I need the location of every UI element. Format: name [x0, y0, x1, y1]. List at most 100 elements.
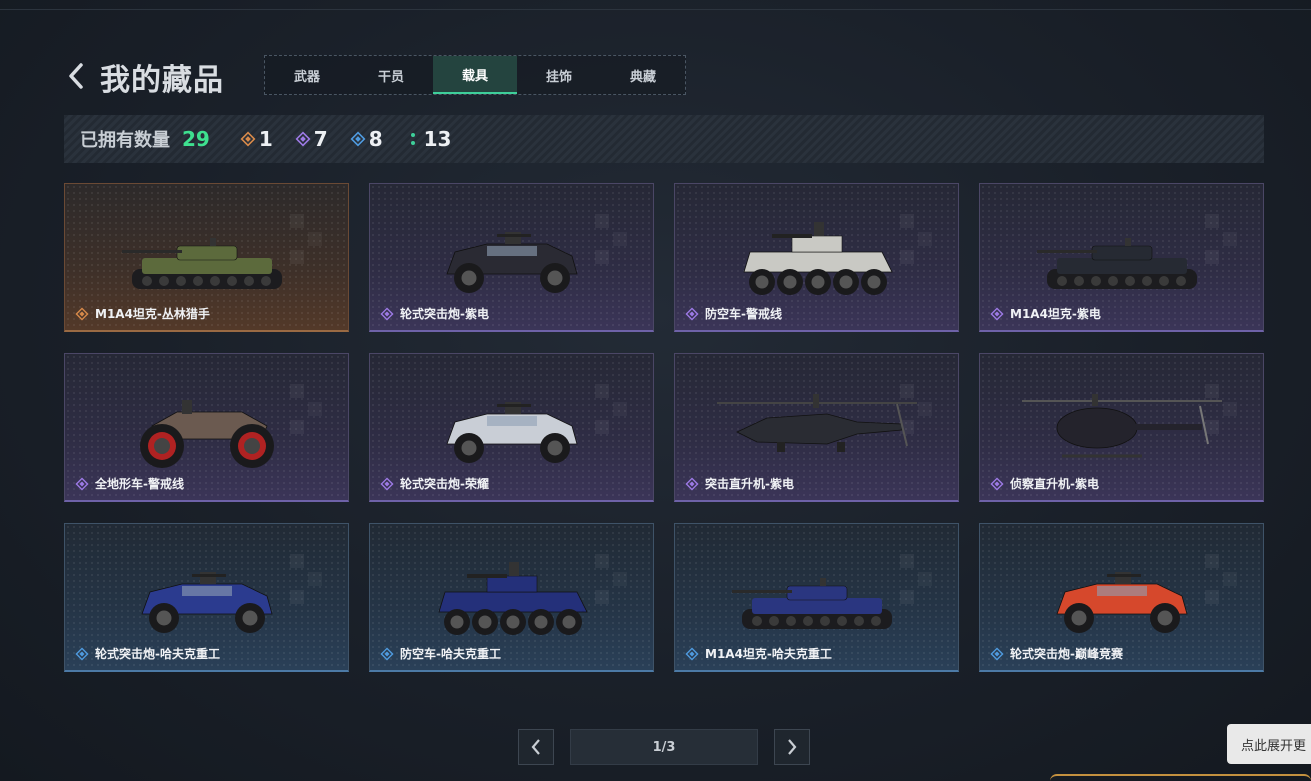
attack-helicopter-icon [716, 394, 917, 452]
bottom-panel-edge [1050, 774, 1311, 781]
vehicle-name: 全地形车-警戒线 [95, 477, 184, 491]
card-deco [595, 214, 645, 274]
card-label: M1A4坦克-丛林猎手 [75, 305, 210, 322]
tank-icon [1036, 238, 1197, 289]
vehicle-card[interactable]: 轮式突击炮-荣耀 [369, 353, 654, 502]
armored-car-icon [445, 232, 578, 293]
count-blue: 8 [350, 127, 383, 151]
count-value: 13 [423, 127, 452, 151]
count-green: 13 [405, 127, 452, 151]
card-label: 全地形车-警戒线 [75, 475, 184, 492]
rarity-diamond-icon [75, 306, 89, 321]
apc-icon [437, 562, 588, 635]
expand-button[interactable]: 点此展开更 [1227, 724, 1311, 764]
rarity-diamond-icon [990, 646, 1004, 661]
tab-2[interactable]: 载具 [433, 56, 517, 94]
rarity-diamond-icon [75, 476, 89, 491]
vehicle-card[interactable]: M1A4坦克-哈夫克重工 [674, 523, 959, 672]
vehicle-card[interactable]: 防空车-警戒线 [674, 183, 959, 332]
count-orange: 1 [240, 127, 273, 151]
vehicle-card[interactable]: M1A4坦克-紫电 [979, 183, 1264, 332]
vehicle-grid: M1A4坦克-丛林猎手 轮式突击炮-紫电 防空车-警戒线 M1A4坦克-紫电全地形车-… [64, 183, 1264, 672]
card-deco [1205, 554, 1255, 614]
vehicle-name: 轮式突击炮-巅峰竞赛 [1010, 647, 1123, 661]
card-label: 轮式突击炮-荣耀 [380, 475, 489, 492]
card-label: 轮式突击炮-哈夫克重工 [75, 645, 220, 662]
vehicle-name: 轮式突击炮-紫电 [400, 307, 489, 321]
count-value: 1 [258, 127, 273, 151]
card-deco [595, 384, 645, 444]
card-label: 突击直升机-紫电 [685, 475, 794, 492]
card-label: 防空车-警戒线 [685, 305, 782, 322]
rarity-diamond-icon [380, 646, 394, 661]
vehicle-card[interactable]: 轮式突击炮-紫电 [369, 183, 654, 332]
card-label: M1A4坦克-哈夫克重工 [685, 645, 832, 662]
owned-total: 29 [182, 127, 210, 151]
prev-page-button[interactable] [518, 729, 554, 765]
chevron-left-icon[interactable] [66, 62, 86, 90]
rarity-diamond-icon [75, 646, 89, 661]
card-label: 侦察直升机-紫电 [990, 475, 1099, 492]
purple-diamond-icon [295, 131, 311, 147]
next-page-button[interactable] [774, 729, 810, 765]
owned-label: 已拥有数量 [80, 130, 170, 151]
vehicle-name: 防空车-警戒线 [705, 307, 782, 321]
card-deco [595, 554, 645, 614]
armored-car-icon [1055, 572, 1188, 633]
vehicle-name: 侦察直升机-紫电 [1010, 477, 1099, 491]
vehicle-name: 轮式突击炮-荣耀 [400, 477, 489, 491]
rarity-diamond-icon [380, 306, 394, 321]
vehicle-card[interactable]: 全地形车-警戒线 [64, 353, 349, 502]
rarity-diamond-icon [685, 306, 699, 321]
vehicle-card[interactable]: M1A4坦克-丛林猎手 [64, 183, 349, 332]
armored-car-icon [445, 402, 578, 463]
count-value: 7 [313, 127, 328, 151]
category-tabs: 武器 干员 载具 挂饰 典藏 [264, 55, 686, 95]
card-deco [1205, 214, 1255, 274]
tab-3[interactable]: 挂饰 [517, 56, 601, 94]
tab-1[interactable]: 干员 [349, 56, 433, 94]
rarity-diamond-icon [380, 476, 394, 491]
card-label: 防空车-哈夫克重工 [380, 645, 501, 662]
vehicle-name: M1A4坦克-紫电 [1010, 307, 1101, 321]
rarity-diamond-icon [685, 476, 699, 491]
card-deco [900, 214, 950, 274]
vehicle-name: M1A4坦克-哈夫克重工 [705, 647, 832, 661]
vehicle-card[interactable]: 突击直升机-紫电 [674, 353, 959, 502]
card-deco [290, 214, 340, 274]
atv-icon [139, 400, 274, 468]
tank-icon [731, 578, 892, 629]
card-deco [900, 554, 950, 614]
card-deco [290, 384, 340, 444]
top-divider [0, 9, 1311, 10]
tab-4[interactable]: 典藏 [601, 56, 685, 94]
apc-icon [742, 222, 893, 295]
owned-stats-bar: 已拥有数量 29 1 7 8 13 [64, 115, 1264, 163]
vehicle-name: 突击直升机-紫电 [705, 477, 794, 491]
chevron-left-icon [531, 739, 540, 755]
vehicle-card[interactable]: 侦察直升机-紫电 [979, 353, 1264, 502]
chevron-right-icon [788, 739, 797, 755]
vehicle-name: 防空车-哈夫克重工 [400, 647, 501, 661]
scout-helicopter-icon [1021, 394, 1222, 458]
vehicle-card[interactable]: 轮式突击炮-巅峰竞赛 [979, 523, 1264, 672]
vehicle-name: M1A4坦克-丛林猎手 [95, 307, 210, 321]
count-value: 8 [368, 127, 383, 151]
card-deco [290, 554, 340, 614]
card-label: 轮式突击炮-紫电 [380, 305, 489, 322]
tab-0[interactable]: 武器 [265, 56, 349, 94]
vehicle-card[interactable]: 防空车-哈夫克重工 [369, 523, 654, 672]
rarity-diamond-icon [990, 476, 1004, 491]
card-label: 轮式突击炮-巅峰竞赛 [990, 645, 1123, 662]
vehicle-name: 轮式突击炮-哈夫克重工 [95, 647, 220, 661]
blue-diamond-icon [350, 131, 366, 147]
card-label: M1A4坦克-紫电 [990, 305, 1101, 322]
armored-car-icon [140, 572, 273, 633]
count-purple: 7 [295, 127, 328, 151]
orange-diamond-icon [240, 131, 256, 147]
vehicle-card[interactable]: 轮式突击炮-哈夫克重工 [64, 523, 349, 672]
page-indicator: 1/3 [570, 729, 758, 765]
page-title: 我的藏品 [100, 63, 224, 98]
rarity-diamond-icon [990, 306, 1004, 321]
rarity-diamond-icon [685, 646, 699, 661]
